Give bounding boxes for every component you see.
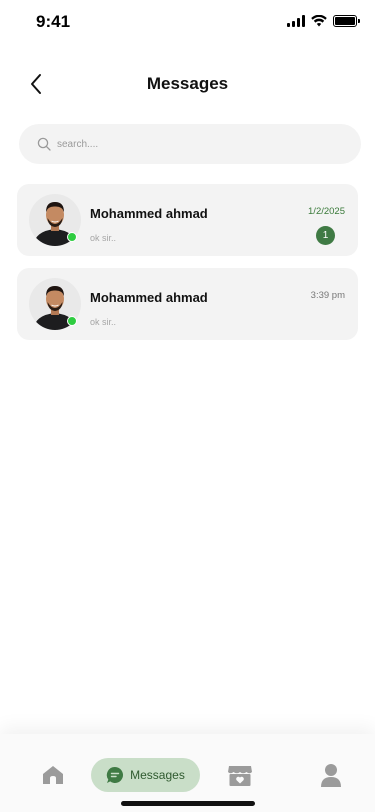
status-bar: 9:41	[0, 0, 375, 44]
chat-icon	[106, 766, 124, 783]
messages-screen: 9:41 Messages search.... Mohammed ahmad …	[0, 0, 375, 812]
search-bar[interactable]	[19, 124, 361, 164]
online-status-dot	[67, 232, 77, 242]
nav-messages[interactable]: Messages	[91, 758, 200, 792]
search-input[interactable]	[57, 138, 317, 150]
wifi-icon	[311, 15, 327, 27]
home-icon	[43, 766, 63, 784]
header: Messages	[0, 64, 375, 104]
unread-count-badge: 1	[316, 226, 335, 245]
shop-icon	[228, 766, 252, 786]
message-preview: ok sir..	[90, 317, 117, 327]
conversation-item[interactable]: Mohammed ahmad ok sir.. 3:39 pm	[17, 268, 358, 340]
conversation-item[interactable]: Mohammed ahmad ok sir.. 1/2/2025 1	[17, 184, 358, 256]
status-time: 9:41	[36, 12, 71, 31]
nav-messages-label: Messages	[130, 768, 185, 782]
bottom-nav: Messages	[0, 734, 375, 812]
nav-profile[interactable]	[316, 758, 346, 792]
battery-icon	[333, 15, 360, 27]
nav-home[interactable]	[38, 758, 68, 792]
page-title: Messages	[146, 74, 229, 93]
home-indicator	[121, 801, 255, 806]
message-timestamp: 3:39 pm	[310, 290, 345, 301]
profile-icon	[321, 764, 341, 787]
avatar	[29, 194, 81, 246]
message-preview: ok sir..	[90, 233, 117, 243]
online-status-dot	[67, 316, 77, 326]
status-icons	[287, 15, 360, 27]
search-icon	[37, 137, 51, 151]
nav-shop[interactable]	[225, 758, 255, 792]
message-timestamp: 1/2/2025	[308, 206, 345, 217]
contact-name: Mohammed ahmad	[90, 290, 208, 305]
signal-icon	[287, 15, 305, 27]
avatar	[29, 278, 81, 330]
contact-name: Mohammed ahmad	[90, 206, 208, 221]
